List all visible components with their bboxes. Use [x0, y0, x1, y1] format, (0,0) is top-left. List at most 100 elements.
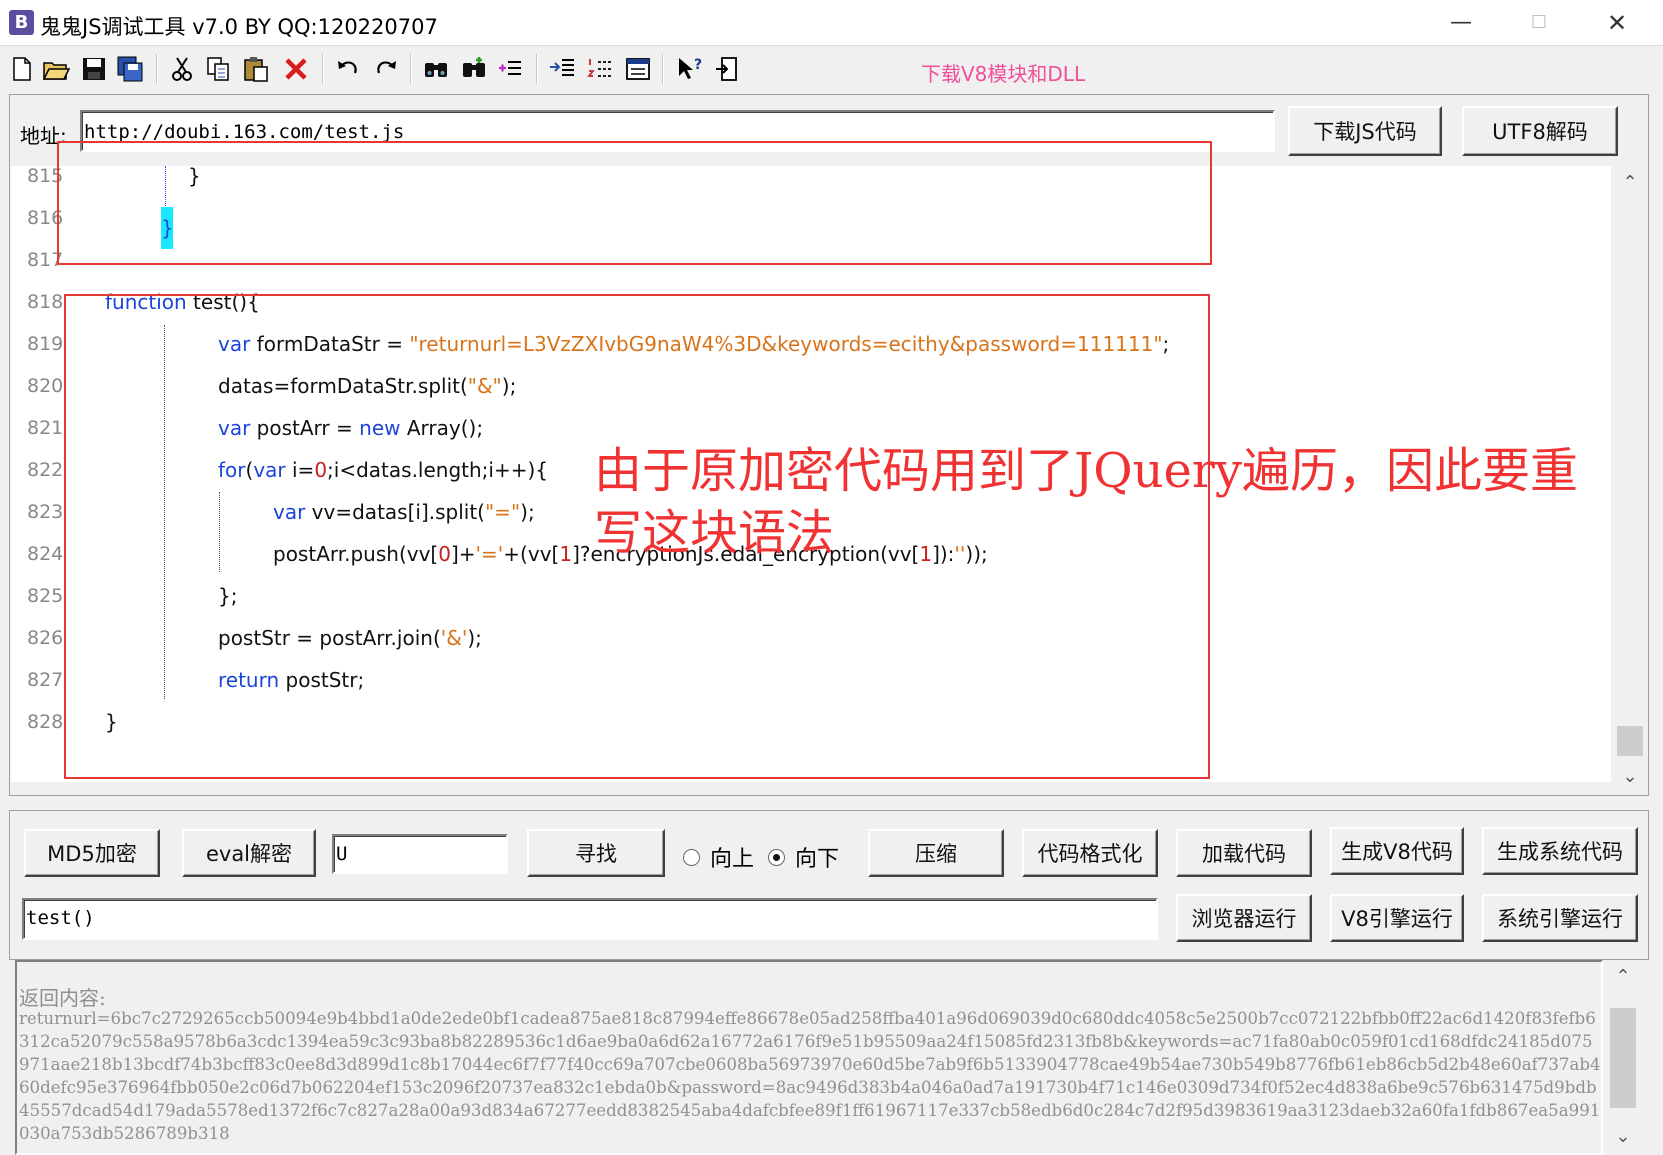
eval-decrypt-button[interactable]: eval解密: [182, 829, 316, 877]
code-fragment: postArr.push(vv[: [273, 542, 439, 566]
command-input[interactable]: test(): [22, 898, 1158, 940]
scroll-thumb[interactable]: [1610, 1008, 1636, 1108]
maximize-button[interactable]: ☐: [1500, 0, 1578, 46]
find-icon[interactable]: [420, 53, 452, 85]
utf8-decode-button[interactable]: UTF8解码: [1462, 106, 1618, 156]
code-fragment: );: [520, 500, 535, 524]
brace-match-guide: [165, 166, 166, 206]
code-fragment: Array();: [400, 416, 484, 440]
v8-engine-run-button[interactable]: V8引擎运行: [1330, 894, 1464, 942]
toolbar-separator: [536, 54, 538, 84]
download-js-button[interactable]: 下载JS代码: [1288, 106, 1442, 156]
md5-encrypt-button[interactable]: MD5加密: [24, 829, 160, 877]
minimize-button[interactable]: —: [1422, 0, 1500, 46]
scroll-up-icon[interactable]: ⌃: [1605, 960, 1641, 994]
redo-icon[interactable]: [370, 53, 402, 85]
address-input[interactable]: http://doubi.163.com/test.js: [80, 110, 1275, 152]
find-button[interactable]: 寻找: [527, 829, 665, 877]
line-number: 826: [27, 627, 64, 649]
code-text: var postArr = new Array();: [218, 416, 483, 440]
code-line: 817: [11, 239, 1611, 281]
compress-label: 压缩: [915, 842, 957, 866]
scroll-down-icon[interactable]: ⌄: [1605, 1120, 1641, 1154]
utf8-decode-label: UTF8解码: [1492, 120, 1588, 144]
generate-system-code-button[interactable]: 生成系统代码: [1482, 827, 1638, 875]
code-line: 819 var formDataStr = "returnurl=L3VzZXI…: [11, 323, 1611, 365]
eval-decrypt-label: eval解密: [205, 842, 293, 866]
format-code-button[interactable]: 代码格式化: [1022, 829, 1158, 877]
load-code-button[interactable]: 加载代码: [1176, 829, 1312, 877]
code-fragment: test(){: [186, 290, 260, 314]
code-fragment: );: [501, 374, 517, 398]
code-text: postStr = postArr.join('&');: [218, 626, 482, 650]
code-text: }: [188, 166, 201, 188]
radio-down-label: 向下: [795, 847, 840, 872]
generate-v8-code-button[interactable]: 生成V8代码: [1330, 827, 1464, 875]
radio-up-label: 向上: [710, 847, 755, 872]
window-icon[interactable]: [622, 53, 654, 85]
code-fragment: ;: [1162, 332, 1170, 356]
open-folder-icon[interactable]: [40, 53, 72, 85]
search-input[interactable]: U: [332, 834, 508, 874]
cut-icon[interactable]: [166, 53, 198, 85]
line-number: 817: [27, 249, 64, 271]
code-fragment: datas=formDataStr.split(: [218, 374, 468, 398]
system-engine-run-button[interactable]: 系统引擎运行: [1482, 894, 1638, 942]
add-list-icon[interactable]: [494, 53, 526, 85]
exit-icon[interactable]: [712, 53, 744, 85]
code-fragment: ;i<datas.length;i++){: [327, 458, 549, 482]
compress-button[interactable]: 压缩: [868, 829, 1004, 877]
line-number: 828: [27, 711, 64, 733]
code-text: return postStr;: [218, 668, 364, 692]
line-number: 827: [27, 669, 64, 691]
code-line: 815 }: [11, 166, 1611, 197]
editor-bottom-strip: [11, 782, 1611, 794]
copy-icon[interactable]: [202, 53, 234, 85]
toolbar: ?: [0, 47, 1663, 92]
paste-icon[interactable]: [240, 53, 272, 85]
new-file-icon[interactable]: [6, 53, 38, 85]
editor-vertical-scrollbar[interactable]: ⌃ ⌄: [1612, 166, 1648, 794]
delete-icon[interactable]: [280, 53, 312, 85]
radio-down-dot[interactable]: [768, 848, 785, 866]
line-number: 815: [27, 166, 64, 187]
highlighted-brace: }: [161, 216, 174, 240]
close-button[interactable]: ✕: [1578, 0, 1656, 46]
radio-down[interactable]: 向下: [768, 841, 839, 873]
numbered-list-icon[interactable]: [584, 53, 616, 85]
code-line: 826 postStr = postArr.join('&');: [11, 617, 1611, 659]
radio-up[interactable]: 向上: [683, 841, 754, 873]
browser-run-button[interactable]: 浏览器运行: [1176, 894, 1312, 942]
number-literal: 1: [559, 542, 573, 566]
keyword: var: [253, 458, 286, 482]
output-area[interactable]: 返回内容: returnurl=6bc7c2729265ccb50094e9b4…: [15, 960, 1603, 1155]
indent-list-icon[interactable]: [546, 53, 578, 85]
line-number: 825: [27, 585, 64, 607]
generate-system-code-label: 生成系统代码: [1497, 840, 1623, 864]
v8-engine-run-label: V8引擎运行: [1341, 907, 1453, 931]
find-next-icon[interactable]: [458, 53, 490, 85]
help-cursor-icon[interactable]: ?: [674, 53, 706, 85]
code-text: function test(){: [105, 290, 260, 314]
undo-icon[interactable]: [332, 53, 364, 85]
output-text: returnurl=6bc7c2729265ccb50094e9b4bbd1a0…: [19, 1009, 1601, 1143]
code-line: 825 };: [11, 575, 1611, 617]
brace-match-highlight: }: [161, 207, 174, 249]
download-v8-link[interactable]: 下载V8模块和DLL: [921, 58, 1085, 87]
code-fragment: );: [467, 626, 482, 650]
line-number: 823: [27, 501, 64, 523]
scroll-down-icon[interactable]: ⌄: [1612, 760, 1648, 794]
output-vertical-scrollbar[interactable]: ⌃ ⌄: [1605, 960, 1641, 1155]
keyword: var: [218, 332, 251, 356]
generate-v8-code-label: 生成V8代码: [1341, 840, 1453, 864]
code-line: 828 }: [11, 701, 1611, 743]
save-icon[interactable]: [78, 53, 110, 85]
keyword: return: [218, 668, 280, 692]
scroll-thumb[interactable]: [1617, 726, 1643, 756]
code-fragment: ]+: [450, 542, 476, 566]
string-literal: "&": [467, 374, 502, 398]
save-all-icon[interactable]: [114, 53, 146, 85]
line-number: 819: [27, 333, 64, 355]
scroll-up-icon[interactable]: ⌃: [1612, 166, 1648, 200]
radio-up-dot[interactable]: [683, 848, 700, 866]
